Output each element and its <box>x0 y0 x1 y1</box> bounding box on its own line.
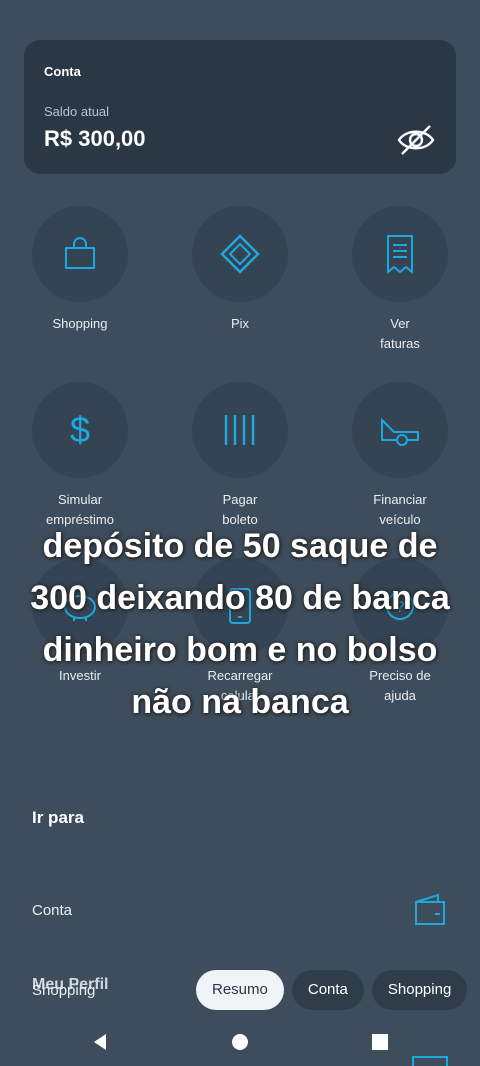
recents-icon[interactable] <box>368 1030 392 1054</box>
action-financiar-veiculo[interactable]: Financiar veículo <box>320 382 480 530</box>
shortcut-conta[interactable]: Conta <box>32 892 448 932</box>
action-pix[interactable]: Pix <box>160 206 320 334</box>
balance-label: Saldo atual <box>44 104 110 119</box>
action-pagar-boleto[interactable]: Pagar boleto <box>160 382 320 530</box>
action-label: Pix <box>230 316 250 331</box>
card-title: Conta <box>44 64 81 79</box>
tab-shopping[interactable]: Shopping <box>371 970 468 1010</box>
tab-resumo[interactable]: Resumo <box>196 970 284 1010</box>
barcode-icon <box>192 382 288 478</box>
action-label: Shopping <box>52 316 108 331</box>
system-nav-bar <box>0 1018 480 1066</box>
pix-icon <box>192 206 288 302</box>
action-simular-emprestimo[interactable]: $ Simular empréstimo <box>0 382 160 530</box>
action-ver-faturas[interactable]: Ver faturas <box>320 206 480 354</box>
tab-conta[interactable]: Conta <box>291 970 364 1010</box>
action-label: Ver faturas <box>380 316 420 351</box>
dollar-icon: $ <box>32 382 128 478</box>
eye-off-icon[interactable] <box>396 122 436 158</box>
tab-chips: Resumo Conta Shopping <box>196 970 468 1010</box>
overlay-caption: depósito de 50 saque de 300 deixando 80 … <box>30 527 450 721</box>
balance-value: R$ 300,00 <box>44 126 146 151</box>
account-card[interactable]: Conta Saldo atual R$ 300,00 <box>24 40 456 174</box>
shortcut-label: Shopping <box>32 982 96 999</box>
shopping-bag-icon <box>32 206 128 302</box>
shortcut-label: Conta <box>32 902 73 919</box>
receipt-icon <box>352 206 448 302</box>
wallet-icon <box>412 892 448 928</box>
section-title: Ir para <box>32 808 84 827</box>
action-shopping[interactable]: Shopping <box>0 206 160 334</box>
car-icon <box>352 382 448 478</box>
back-icon[interactable] <box>88 1030 112 1054</box>
home-icon[interactable] <box>228 1030 252 1054</box>
